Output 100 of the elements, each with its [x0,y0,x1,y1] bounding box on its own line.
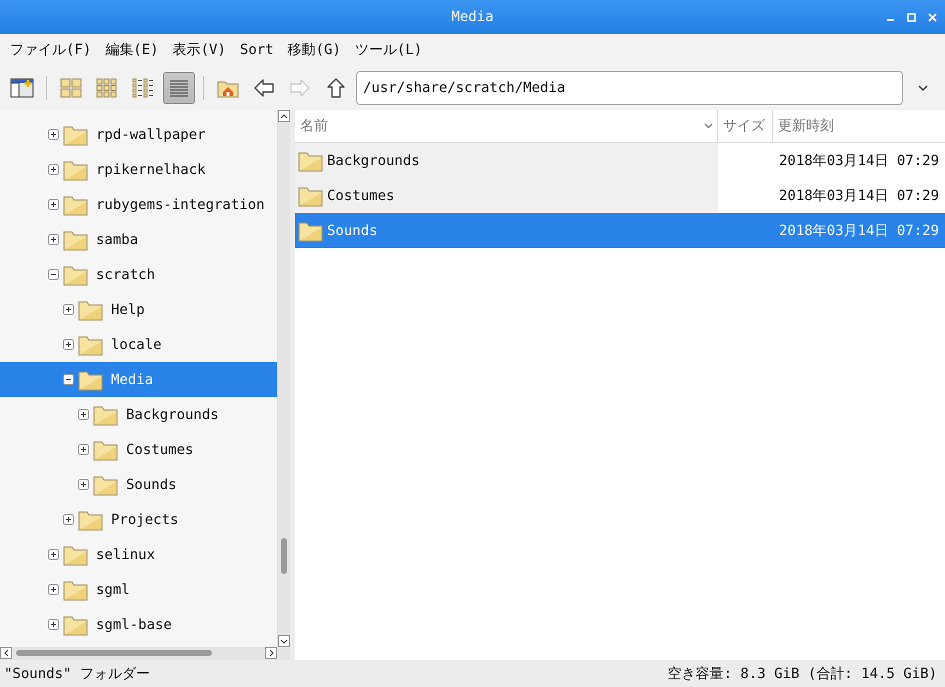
caret-icon [918,85,928,91]
tree-item[interactable]: Backgrounds [0,397,277,432]
expand-icon[interactable] [78,444,89,455]
file-name: Sounds [327,222,378,238]
modified-time: 2018年03月14日 07:29 [779,222,940,240]
column-header[interactable]: 更新時刻 [773,110,945,142]
modified-time: 2018年03月14日 07:29 [779,186,940,204]
large-icons-view-icon [60,78,82,98]
menu-item[interactable]: ツール(L) [354,41,422,59]
tree-item-label: Costumes [126,442,194,458]
new-window-icon [10,77,34,99]
tree-item[interactable]: sgml-base [0,607,277,642]
window-title: Media [451,9,494,25]
modified-time: 2018年03月14日 07:29 [779,152,940,170]
tree-item-label: rpd-wallpaper [96,126,206,142]
folder-icon [63,578,88,600]
tree-item[interactable]: Media [0,362,277,397]
maximize-icon[interactable] [907,12,916,22]
tree-item-label: locale [111,336,162,352]
scroll-up-icon[interactable] [280,114,288,118]
close-icon[interactable] [928,12,937,22]
folder-icon [63,614,88,636]
folder-icon [78,298,103,320]
tree-item[interactable]: Costumes [0,432,277,467]
folder-icon [63,264,88,286]
detailed-list-view-icon [168,78,190,98]
horizontal-scrollbar[interactable] [0,647,290,660]
folder-icon [63,544,88,566]
expand-icon[interactable] [63,304,74,315]
tree-item[interactable]: selinux [0,537,277,572]
expand-icon[interactable] [48,584,59,595]
tree-item[interactable]: rpikernelhack [0,152,277,187]
sort-caret-icon [704,123,713,129]
tree-item[interactable]: rpd-wallpaper [0,117,277,152]
column-header[interactable]: サイズ [718,110,773,142]
menu-item[interactable]: 移動(G) [288,41,341,59]
tree-item[interactable]: Sounds [0,467,277,502]
tree-item[interactable]: locale [0,327,277,362]
folder-icon [63,194,88,216]
tree-item[interactable]: Help [0,292,277,327]
expand-icon[interactable] [48,234,59,245]
path-field[interactable]: /usr/share/scratch/Media [356,71,903,105]
folder-icon [93,404,118,426]
folder-icon [63,228,88,250]
small-icons-view-icon [96,78,118,98]
folder-icon [78,368,103,390]
tree-item-label: Projects [111,512,178,528]
expand-icon[interactable] [48,129,59,140]
collapse-icon[interactable] [63,374,74,385]
folder-icon [93,438,118,460]
file-name: Backgrounds [327,152,420,168]
scrollbar-thumb[interactable] [16,650,212,656]
expand-icon[interactable] [63,514,74,525]
tree-item-label: scratch [96,266,156,282]
tree-item[interactable]: scratch [0,257,277,292]
tree-item[interactable]: Projects [0,502,277,537]
tree-item[interactable]: sgml [0,572,277,607]
scrollbar-thumb[interactable] [281,538,287,574]
expand-icon[interactable] [48,549,59,560]
vertical-scrollbar[interactable] [277,110,290,647]
column-header[interactable]: 名前 [295,110,718,142]
tree-item-label: selinux [96,546,156,562]
tree-item[interactable]: samba [0,222,277,257]
folder-icon [298,220,323,242]
tree-item-label: samba [96,232,138,248]
tree-item-label: Backgrounds [126,406,219,422]
expand-icon[interactable] [78,479,89,490]
tree-item-label: sgml [96,582,130,598]
scroll-down-icon[interactable] [280,638,288,644]
scroll-right-icon[interactable] [268,649,274,657]
free-space-status: 空き容量: 8.3 GiB (合計: 14.5 GiB) [668,664,937,682]
tree-item-label: Help [111,302,145,318]
menu-item[interactable]: 表示(V) [172,41,226,59]
selection-status: "Sounds" フォルダー [4,664,150,682]
tree-item-label: sgml-base [96,616,172,632]
expand-icon[interactable] [48,619,59,630]
menu-item[interactable]: 編集(E) [105,41,159,59]
expand-icon[interactable] [48,199,59,210]
menu-item[interactable]: Sort [240,42,274,58]
tree-item-label: Sounds [126,476,177,492]
collapse-icon[interactable] [48,269,59,280]
folder-icon [63,158,88,180]
tree-item-label: Media [111,372,154,388]
folder-icon [93,474,118,496]
expand-icon[interactable] [48,164,59,175]
view-mode-button[interactable] [163,72,195,104]
tree-item[interactable]: rubygems-integration [0,187,277,222]
file-row[interactable]: Sounds 2018年03月14日 07:29 [295,213,945,248]
menu-item[interactable]: ファイル(F) [10,41,92,59]
folder-icon [63,124,88,146]
expand-icon[interactable] [78,409,89,420]
folder-icon [298,184,323,206]
compact-view-icon [132,78,154,98]
file-name: Costumes [327,188,394,204]
tree-item-label: rubygems-integration [96,196,265,212]
folder-icon [78,334,103,356]
expand-icon[interactable] [63,339,74,350]
folder-icon [78,508,103,530]
folder-icon [298,150,323,172]
scroll-left-icon[interactable] [4,649,8,657]
